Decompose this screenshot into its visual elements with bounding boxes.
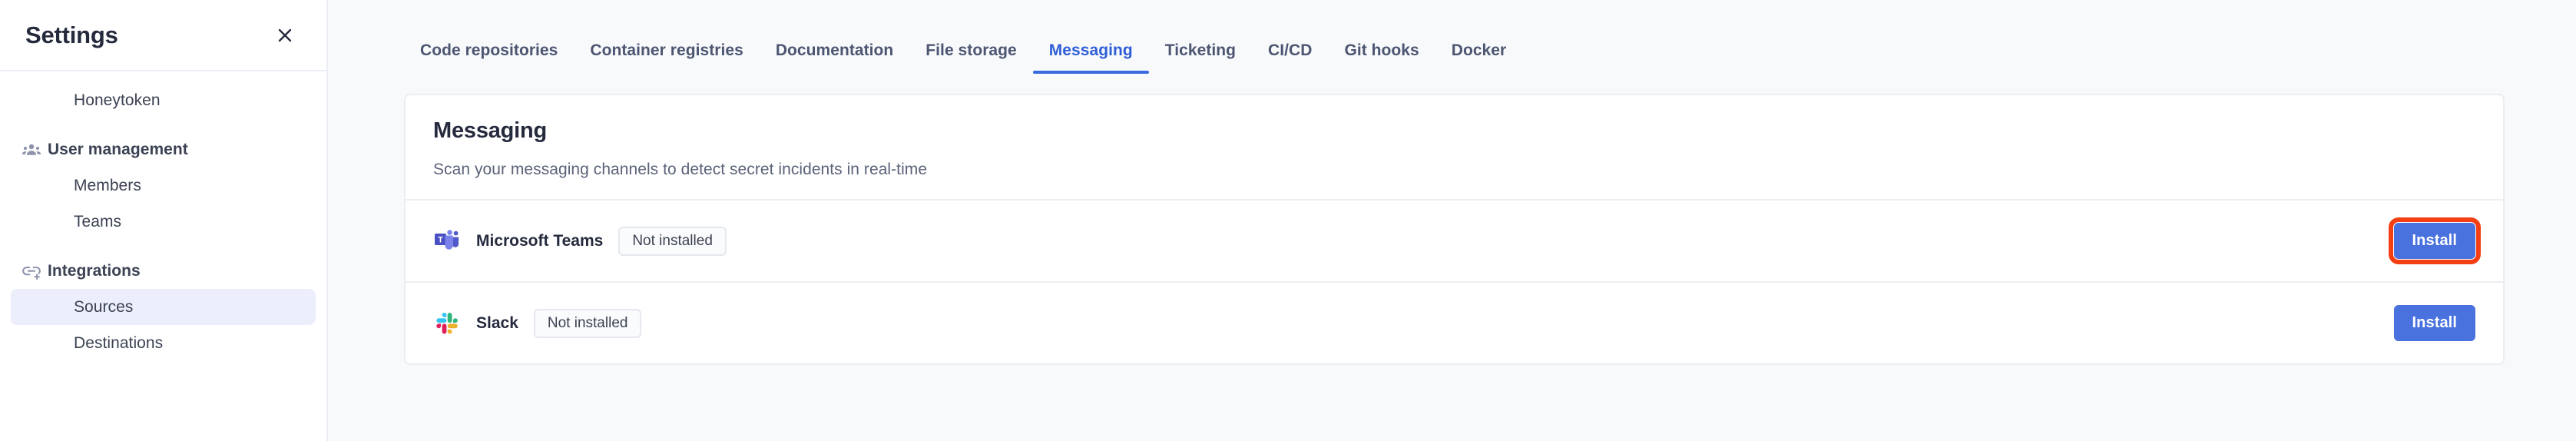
users-group-icon <box>22 140 48 160</box>
row-left: T Microsoft Teams Not installed <box>433 226 2394 256</box>
integration-name: Microsoft Teams <box>476 231 604 250</box>
install-button-microsoft-teams[interactable]: Install <box>2393 223 2475 259</box>
sidebar-item-label: Members <box>74 176 141 194</box>
sidebar-title: Settings <box>25 21 118 48</box>
sidebar-item-destinations[interactable]: Destinations <box>11 325 316 361</box>
tab-git-hooks[interactable]: Git hooks <box>1328 41 1435 74</box>
tab-code-repositories[interactable]: Code repositories <box>404 41 574 74</box>
status-badge: Not installed <box>533 308 642 338</box>
messaging-card: Messaging Scan your messaging channels t… <box>404 94 2505 365</box>
integration-tabs: Code repositories Container registries D… <box>328 0 2576 74</box>
tab-file-storage[interactable]: File storage <box>909 41 1032 74</box>
sidebar-section-integrations: Integrations <box>11 253 316 289</box>
tab-documentation[interactable]: Documentation <box>760 41 909 74</box>
settings-sidebar: Settings Honeytoken User management Memb… <box>0 0 328 441</box>
card-subtitle: Scan your messaging channels to detect s… <box>433 161 928 178</box>
install-button-slack[interactable]: Install <box>2393 305 2475 341</box>
sidebar-header: Settings <box>0 0 326 71</box>
integration-row-slack: Slack Not installed Install <box>406 281 2503 363</box>
tab-docker[interactable]: Docker <box>1435 41 1523 74</box>
sidebar-section-label: User management <box>48 140 188 158</box>
sidebar-item-teams[interactable]: Teams <box>11 204 316 240</box>
sidebar-item-honeytoken[interactable]: Honeytoken <box>11 82 316 118</box>
settings-page: Settings Honeytoken User management Memb… <box>0 0 2576 441</box>
main-content: Code repositories Container registries D… <box>328 0 2576 441</box>
tab-messaging[interactable]: Messaging <box>1032 41 1149 74</box>
page-title: Messaging <box>433 118 548 143</box>
tab-ci-cd[interactable]: CI/CD <box>1252 41 1328 74</box>
integrations-link-icon <box>22 261 48 281</box>
integration-name: Slack <box>476 313 518 332</box>
row-left: Slack Not installed <box>433 308 2394 338</box>
slack-logo-icon <box>433 310 461 337</box>
install-button-wrap: Install <box>2393 305 2475 341</box>
sidebar-item-label: Sources <box>74 297 134 316</box>
sidebar-item-label: Destinations <box>74 333 164 352</box>
sidebar-item-members[interactable]: Members <box>11 167 316 204</box>
svg-text:T: T <box>438 235 443 244</box>
sidebar-item-label: Teams <box>74 212 122 230</box>
card-header: Messaging Scan your messaging channels t… <box>406 95 2503 199</box>
close-icon[interactable] <box>270 20 300 51</box>
sidebar-section-user-management: User management <box>11 131 316 167</box>
microsoft-teams-logo-icon: T <box>433 227 461 255</box>
sidebar-section-label: Integrations <box>48 261 141 280</box>
sidebar-nav: Honeytoken User management Members Teams… <box>0 71 326 361</box>
sidebar-item-label: Honeytoken <box>74 91 161 109</box>
sidebar-item-sources[interactable]: Sources <box>11 289 316 325</box>
install-button-highlight: Install <box>2388 217 2481 264</box>
tab-container-registries[interactable]: Container registries <box>574 41 759 74</box>
status-badge: Not installed <box>618 226 727 256</box>
integration-row-microsoft-teams: T Microsoft Teams Not installed Install <box>406 199 2503 281</box>
tab-ticketing[interactable]: Ticketing <box>1149 41 1252 74</box>
